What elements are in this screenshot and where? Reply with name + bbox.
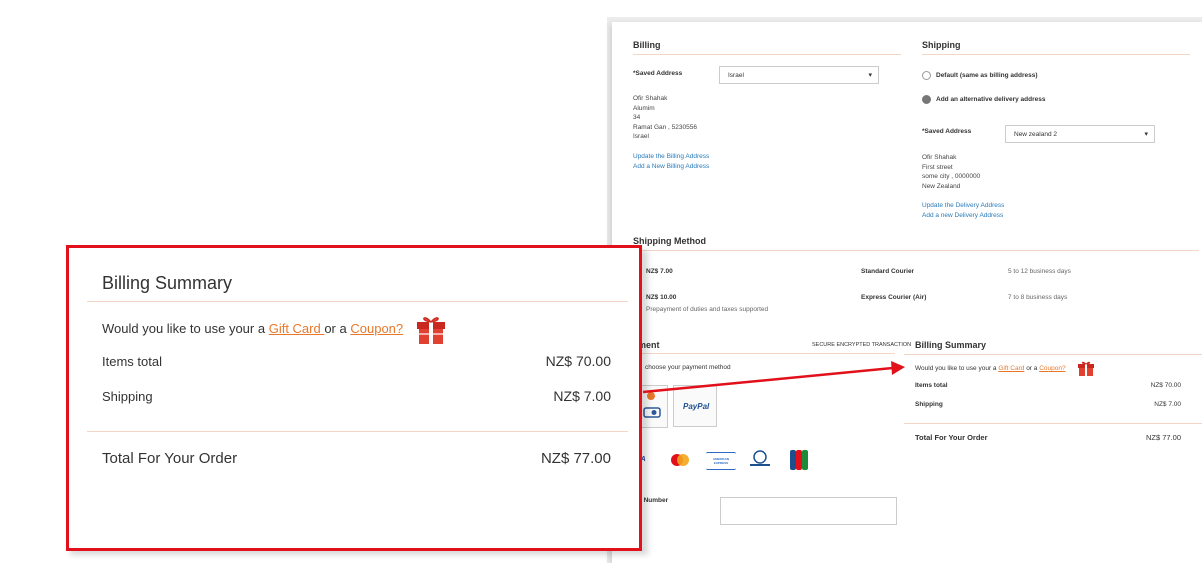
arrow-line bbox=[642, 366, 894, 394]
callout-arrow bbox=[642, 361, 905, 394]
arrow-head bbox=[891, 361, 905, 375]
